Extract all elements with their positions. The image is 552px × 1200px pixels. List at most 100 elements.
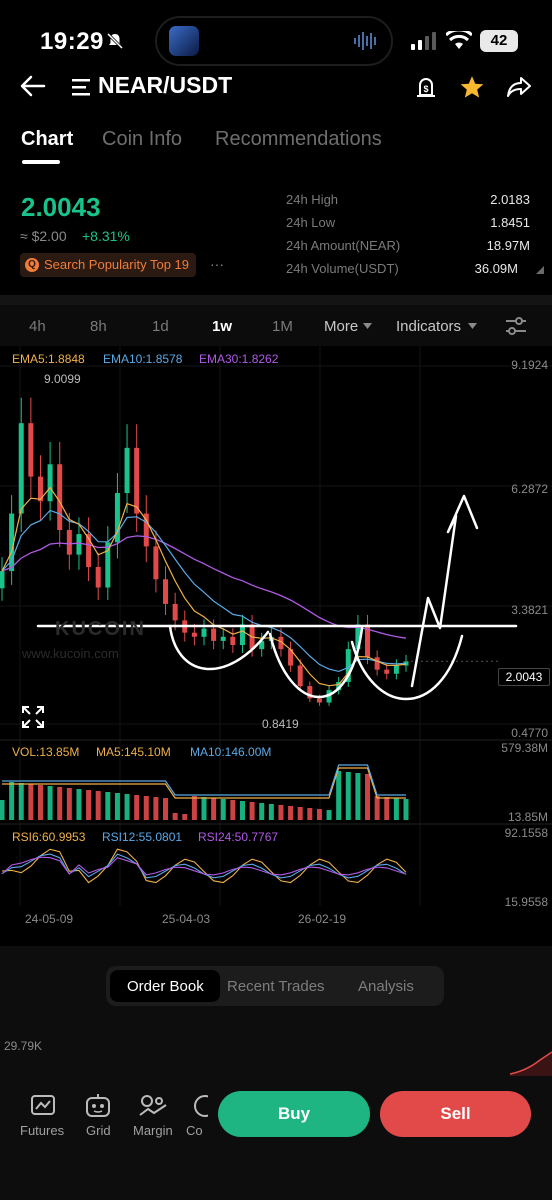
nav-copy-trading[interactable]: Co [186, 1123, 208, 1138]
buy-button[interactable]: Buy [218, 1091, 370, 1137]
legend-ma10: MA10:146.00M [190, 745, 272, 759]
candle-body [239, 624, 245, 646]
current-price-tag: 2.0043 [498, 668, 550, 686]
candle-body [0, 571, 5, 589]
chart-settings-icon[interactable] [505, 316, 527, 336]
tab-order-book[interactable]: Order Book [127, 978, 204, 995]
chevron-down-icon [363, 323, 372, 329]
corner-expand-icon [536, 266, 544, 274]
volume-bar [336, 771, 342, 820]
favorite-star-icon[interactable] [459, 74, 485, 100]
tab-coin-info[interactable]: Coin Info [102, 128, 182, 151]
legend-ema5: EMA5:1.8848 [12, 352, 85, 366]
copy-trading-icon[interactable] [192, 1093, 208, 1119]
volume-bar [316, 809, 322, 820]
candle-body [374, 657, 380, 670]
more-options-icon[interactable]: ··· [210, 256, 224, 272]
tab-analysis[interactable]: Analysis [358, 978, 414, 995]
watermark-brand: KUCOIN [55, 618, 146, 640]
chart-area[interactable] [0, 346, 552, 936]
volume-bar [374, 796, 380, 820]
volume-bar [86, 790, 92, 820]
candle-body [163, 579, 169, 604]
interval-1w[interactable]: 1w [212, 318, 232, 335]
candle-body [66, 529, 72, 555]
dynamic-island [155, 16, 393, 66]
volume-bar [355, 773, 361, 820]
candle-body [153, 546, 159, 580]
candle-body [211, 628, 217, 641]
nav-futures[interactable]: Futures [20, 1123, 64, 1138]
sell-button[interactable]: Sell [380, 1091, 531, 1137]
share-icon[interactable] [506, 75, 532, 99]
tab-recommendations[interactable]: Recommendations [215, 128, 382, 151]
time-axis-label: 24-05-09 [25, 912, 74, 926]
volume-bar [201, 797, 207, 820]
pair-title[interactable]: NEAR/USDT [98, 72, 232, 99]
volume-bar [278, 805, 284, 820]
stat-label-24h-volume: 24h Volume(USDT) [286, 261, 399, 276]
volume-bar [37, 785, 43, 820]
volume-bar [239, 801, 245, 820]
margin-icon[interactable] [138, 1093, 168, 1119]
interval-8h[interactable]: 8h [90, 318, 107, 335]
back-arrow-icon[interactable] [20, 74, 46, 98]
volume-bar [249, 802, 255, 820]
interval-1d[interactable]: 1d [152, 318, 169, 335]
volume-bar [0, 800, 5, 820]
volume-bar [76, 789, 82, 820]
volume-bar [153, 797, 159, 820]
volume-axis-label: 579.38M [501, 741, 548, 755]
interval-more[interactable]: More [324, 318, 358, 335]
candle-body [316, 698, 322, 703]
tab-chart[interactable]: Chart [21, 128, 73, 151]
candle-body [230, 636, 236, 646]
menu-icon[interactable] [72, 78, 92, 96]
annotation-arrow [410, 494, 479, 688]
nav-grid[interactable]: Grid [86, 1123, 111, 1138]
battery-indicator: 42 [480, 30, 518, 52]
grid-bot-icon[interactable] [84, 1093, 112, 1119]
price-axis-label: 9.1924 [511, 358, 548, 372]
volume-bar [268, 804, 274, 820]
volume-bar [326, 810, 332, 820]
search-popularity-badge[interactable]: Q Search Popularity Top 19 [20, 253, 196, 277]
candle-body [18, 423, 24, 514]
stat-value-24h-low: 1.8451 [490, 215, 530, 230]
interval-1m[interactable]: 1M [272, 318, 293, 335]
legend-rsi12: RSI12:55.0801 [102, 830, 183, 844]
candlestick-chart[interactable] [0, 346, 552, 936]
volume-bar [307, 808, 313, 820]
stat-label-24h-amount: 24h Amount(NEAR) [286, 238, 401, 253]
candle-body [191, 632, 197, 637]
watermark-url: www.kucoin.com [22, 646, 119, 661]
fullscreen-icon[interactable] [21, 705, 45, 729]
volume-bar [288, 806, 294, 820]
indicators-menu[interactable]: Indicators [396, 318, 461, 335]
volume-bar [182, 814, 188, 820]
min-price-label: 0.8419 [262, 717, 299, 731]
volume-bar [211, 798, 217, 820]
volume-bar [95, 791, 101, 820]
futures-icon[interactable] [30, 1094, 56, 1118]
volume-bar [220, 799, 226, 820]
legend-vol: VOL:13.85M [12, 745, 80, 759]
usd-price: ≈ $2.00 [20, 228, 67, 244]
candle-body [95, 566, 101, 588]
candle-body [393, 665, 399, 674]
price-alert-icon[interactable]: $ [414, 75, 438, 99]
rsi6-line [1, 848, 407, 884]
chevron-down-icon [468, 323, 477, 329]
interval-4h[interactable]: 4h [29, 318, 46, 335]
svg-text:$: $ [423, 84, 428, 94]
candle-body [134, 447, 140, 514]
stat-label-24h-high: 24h High [286, 192, 339, 207]
volume-bar [163, 798, 169, 820]
candle-body [28, 423, 34, 477]
legend-ema10: EMA10:1.8578 [103, 352, 183, 366]
volume-bar [230, 800, 236, 820]
tab-recent-trades[interactable]: Recent Trades [227, 978, 325, 995]
price-axis-label: 6.2872 [511, 482, 548, 496]
nav-margin[interactable]: Margin [133, 1123, 173, 1138]
stat-value-24h-high: 2.0183 [490, 192, 530, 207]
